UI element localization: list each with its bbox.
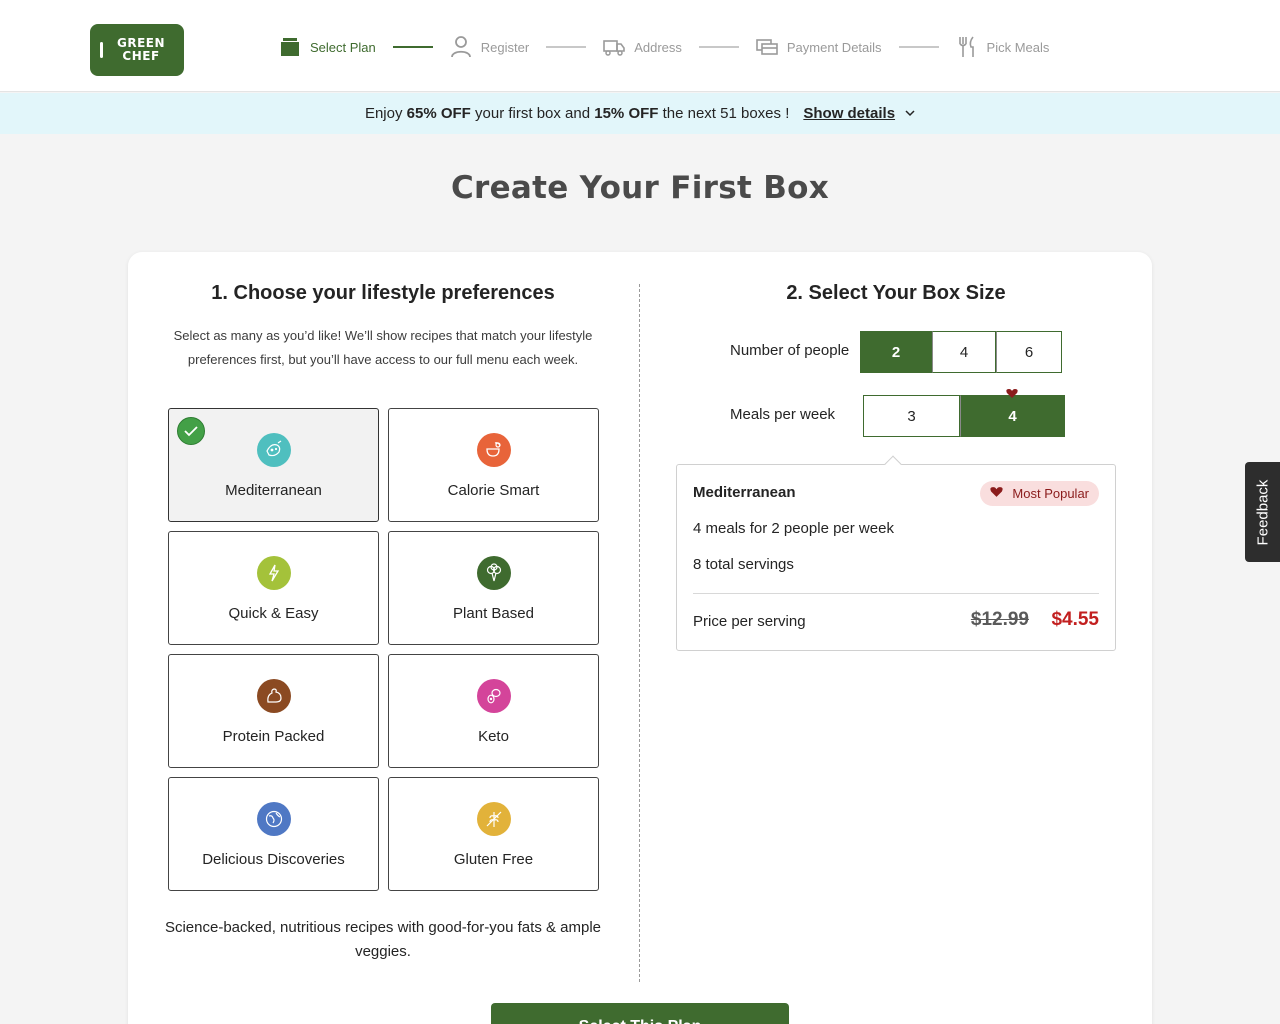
checkout-steps: Select Plan Register Address Payment Det…: [279, 34, 1049, 60]
gluten-free-icon: [476, 802, 511, 836]
box-icon: [279, 36, 301, 58]
calorie-smart-icon: [476, 433, 511, 467]
step-address[interactable]: Address: [603, 36, 682, 58]
lifestyle-tile-calorie-smart[interactable]: Calorie Smart: [388, 408, 599, 522]
tile-label: Protein Packed: [222, 728, 325, 745]
step-connector: [898, 46, 939, 48]
step-label: Select Plan: [310, 39, 376, 55]
promo-text: Enjoy: [364, 105, 407, 122]
step-select-plan[interactable]: Select Plan: [279, 36, 376, 58]
tile-label: Plant Based: [453, 605, 534, 622]
most-popular-badge: Most Popular: [980, 481, 1099, 506]
lifestyle-tile-gluten-free[interactable]: Gluten Free: [388, 777, 599, 891]
step-register[interactable]: Register: [450, 36, 529, 58]
step-connector: [698, 46, 739, 48]
step-connector: [546, 46, 587, 48]
lifestyle-tile-protein-packed[interactable]: Protein Packed: [168, 654, 379, 768]
heart-icon: [1006, 388, 1018, 402]
lifestyle-tile-keto[interactable]: Keto: [388, 654, 599, 768]
meals-label: Meals per week: [730, 406, 836, 423]
summary-notch: [884, 455, 902, 473]
step-connector: [392, 46, 433, 48]
plan-summary-box: Mediterranean Most Popular 4 meals for 2…: [676, 455, 1116, 651]
step-label: Address: [634, 39, 682, 55]
summary-plan-name: Mediterranean: [693, 484, 796, 501]
heart-icon: [990, 486, 1004, 501]
feedback-tab[interactable]: Feedback: [1245, 462, 1280, 562]
people-option-6[interactable]: 6: [996, 331, 1062, 373]
original-price: $12.99: [970, 609, 1029, 630]
chevron-down-icon[interactable]: [905, 108, 915, 120]
promo-text: your first box and: [470, 105, 595, 122]
promo-text: the next 51 boxes !: [658, 105, 790, 122]
promo-discount-first: 65% OFF: [406, 105, 471, 122]
step-label: Register: [480, 39, 530, 55]
step-label: Payment Details: [786, 39, 882, 55]
people-option-4[interactable]: 4: [932, 331, 996, 373]
step-pick-meals[interactable]: Pick Meals: [956, 36, 1050, 58]
mediterranean-icon: [256, 433, 291, 467]
card-icon: [756, 36, 778, 58]
lifestyle-description: Select as many as you’d like! We’ll show…: [173, 328, 593, 367]
people-label: Number of people: [730, 342, 850, 359]
logo-line-2: CHEF: [122, 49, 160, 63]
people-option-2[interactable]: 2: [860, 331, 932, 373]
tile-label: Quick & Easy: [228, 605, 319, 622]
tile-label: Mediterranean: [225, 482, 322, 499]
price-per-serving-label: Price per serving: [693, 613, 806, 630]
column-divider: [639, 284, 640, 982]
step-payment-details[interactable]: Payment Details: [756, 36, 882, 58]
green-chef-logo[interactable]: GREEN CHEF: [90, 24, 184, 76]
logo-bar: [100, 42, 103, 58]
lifestyle-tile-delicious-discoveries[interactable]: Delicious Discoveries: [168, 777, 379, 891]
tile-label: Gluten Free: [453, 851, 534, 868]
tile-label: Delicious Discoveries: [202, 851, 345, 868]
lifestyle-footer-text: Science-backed, nutritious recipes with …: [164, 919, 602, 960]
keto-icon: [476, 679, 511, 713]
page-title: Create Your First Box: [450, 170, 830, 206]
plant-based-icon: [476, 556, 511, 590]
check-icon: [177, 417, 205, 445]
meals-option-3[interactable]: 3: [863, 395, 960, 437]
feedback-label: Feedback: [1254, 479, 1271, 545]
select-plan-button[interactable]: Select This Plan: [491, 1003, 789, 1024]
lifestyle-section-title: 1. Choose your lifestyle preferences: [211, 282, 555, 304]
promo-discount-next: 15% OFF: [594, 105, 659, 122]
badge-label: Most Popular: [1012, 486, 1089, 501]
top-header: GREEN CHEF Select Plan Register Address: [0, 0, 1280, 92]
discounted-price: $4.55: [1051, 609, 1099, 630]
truck-icon: [603, 36, 625, 58]
promo-banner: Enjoy 65% OFF your first box and 15% OFF…: [0, 93, 1280, 134]
logo-text: GREEN CHEF: [117, 37, 165, 63]
lifestyle-tile-mediterranean[interactable]: Mediterranean: [168, 408, 379, 522]
step-label: Pick Meals: [986, 39, 1050, 55]
tile-label: Calorie Smart: [447, 482, 540, 499]
show-details-link[interactable]: Show details: [803, 105, 895, 122]
summary-servings-line: 8 total servings: [693, 556, 794, 573]
lifestyle-tile-plant-based[interactable]: Plant Based: [388, 531, 599, 645]
lifestyle-tile-quick-easy[interactable]: Quick & Easy: [168, 531, 379, 645]
people-selector: 2 4 6: [860, 331, 1062, 373]
quick-easy-icon: [256, 556, 291, 590]
meals-selector: 3 4: [863, 395, 1065, 437]
fork-knife-icon: [956, 36, 978, 58]
summary-meals-line: 4 meals for 2 people per week: [693, 520, 894, 537]
user-icon: [450, 36, 472, 58]
discoveries-icon: [256, 802, 291, 836]
protein-packed-icon: [256, 679, 291, 713]
plan-builder-card: 1. Choose your lifestyle preferences Sel…: [128, 252, 1152, 1024]
tile-label: Keto: [478, 728, 509, 745]
box-size-section-title: 2. Select Your Box Size: [786, 282, 1006, 304]
summary-divider: [693, 593, 1099, 594]
